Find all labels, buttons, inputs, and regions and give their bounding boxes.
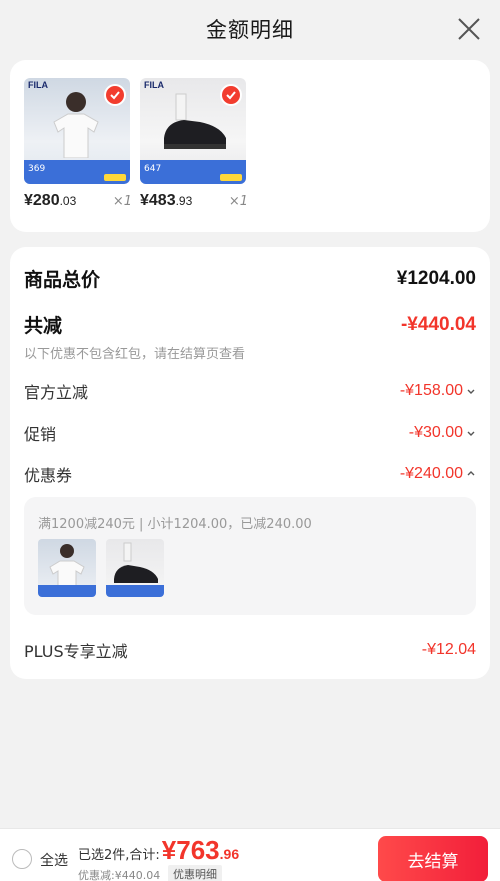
official-label: 官方立减 (24, 383, 89, 402)
select-all-radio[interactable] (12, 849, 32, 869)
coupon-label: 优惠券 (24, 466, 73, 485)
promo-row[interactable]: 促销 -¥30.00 (24, 421, 476, 445)
amount-details-card: 商品总价 ¥1204.00 共减 -¥440.04 以下优惠不包含红包，请在结算… (10, 247, 490, 679)
checkout-bar: 全选 已选2件,合计: ¥763 .96 优惠减:¥440.04 优惠明细 去结… (0, 828, 500, 881)
total-value: ¥1204.00 (396, 267, 476, 289)
tshirt-figure-icon (38, 544, 96, 597)
selected-check-icon[interactable] (104, 84, 126, 106)
select-all-label[interactable]: 全选 (40, 850, 68, 870)
close-icon[interactable] (456, 16, 482, 42)
promo-value: -¥30.00 (409, 424, 476, 442)
total-label: 商品总价 (24, 269, 101, 291)
promo-band: 369 (24, 160, 130, 184)
total-amount-int: ¥763 (161, 835, 220, 865)
product-price: ¥483.93 (140, 192, 193, 209)
official-value: -¥158.00 (400, 382, 476, 400)
official-discount-row[interactable]: 官方立减 -¥158.00 (24, 379, 476, 403)
summary-text: 已选2件,合计: (78, 848, 160, 863)
product-item[interactable]: FILA 369 ¥280.03 ×1 (24, 78, 132, 209)
header: 金额明细 (0, 0, 500, 58)
sneaker-icon (106, 542, 164, 597)
promo-number: 369 (28, 164, 46, 174)
brand-logo: FILA (144, 80, 164, 90)
chevron-down-icon[interactable] (466, 386, 476, 396)
plus-value: -¥12.04 (421, 641, 476, 658)
promo-band: 647 (140, 160, 246, 184)
total-amount-dec: .96 (219, 846, 240, 862)
coupon-product-thumb (106, 539, 164, 597)
plus-discount-row: PLUS专享立减 -¥12.04 (24, 638, 476, 662)
page-title: 金额明细 (206, 18, 294, 42)
chevron-down-icon[interactable] (466, 428, 476, 438)
discount-row: 共减 -¥440.04 (24, 311, 476, 338)
coupon-value: -¥240.00 (400, 465, 476, 483)
coupon-row[interactable]: 优惠券 -¥240.00 (24, 462, 476, 486)
coupon-product-thumb (38, 539, 96, 597)
discount-detail-button[interactable]: 优惠明细 (168, 865, 222, 881)
product-qty: ×1 (112, 194, 132, 209)
promo-tag (104, 174, 126, 181)
promo-label: 促销 (24, 425, 57, 444)
coupon-detail-box: 满1200减240元 | 小计1204.00，已减240.00 (24, 497, 476, 615)
chevron-up-icon[interactable] (466, 469, 476, 479)
total-row: 商品总价 ¥1204.00 (24, 265, 476, 292)
discount-label: 共减 (24, 315, 63, 337)
product-item[interactable]: FILA 647 ¥483.93 ×1 (140, 78, 248, 209)
coupon-desc: 满1200减240元 | 小计1204.00，已减240.00 (38, 517, 312, 532)
product-price: ¥280.03 (24, 192, 77, 209)
order-summary: 已选2件,合计: ¥763 .96 (78, 835, 239, 866)
promo-tag (220, 174, 242, 181)
promo-number: 647 (144, 164, 162, 174)
product-card: FILA 369 ¥280.03 ×1 FILA 647 ¥483.93 ×1 (10, 60, 490, 232)
product-image[interactable]: FILA 647 (140, 78, 246, 184)
discount-value: -¥440.04 (400, 313, 476, 335)
discount-note: 以下优惠不包含红包，请在结算页查看 (24, 347, 246, 362)
checkout-button[interactable]: 去结算 (378, 836, 488, 881)
plus-label: PLUS专享立减 (24, 642, 128, 661)
saved-amount: 优惠减:¥440.04 (78, 869, 161, 881)
tshirt-figure-icon (53, 92, 99, 158)
brand-logo: FILA (28, 80, 48, 90)
selected-check-icon[interactable] (220, 84, 242, 106)
product-qty: ×1 (228, 194, 248, 209)
product-image[interactable]: FILA 369 (24, 78, 130, 184)
